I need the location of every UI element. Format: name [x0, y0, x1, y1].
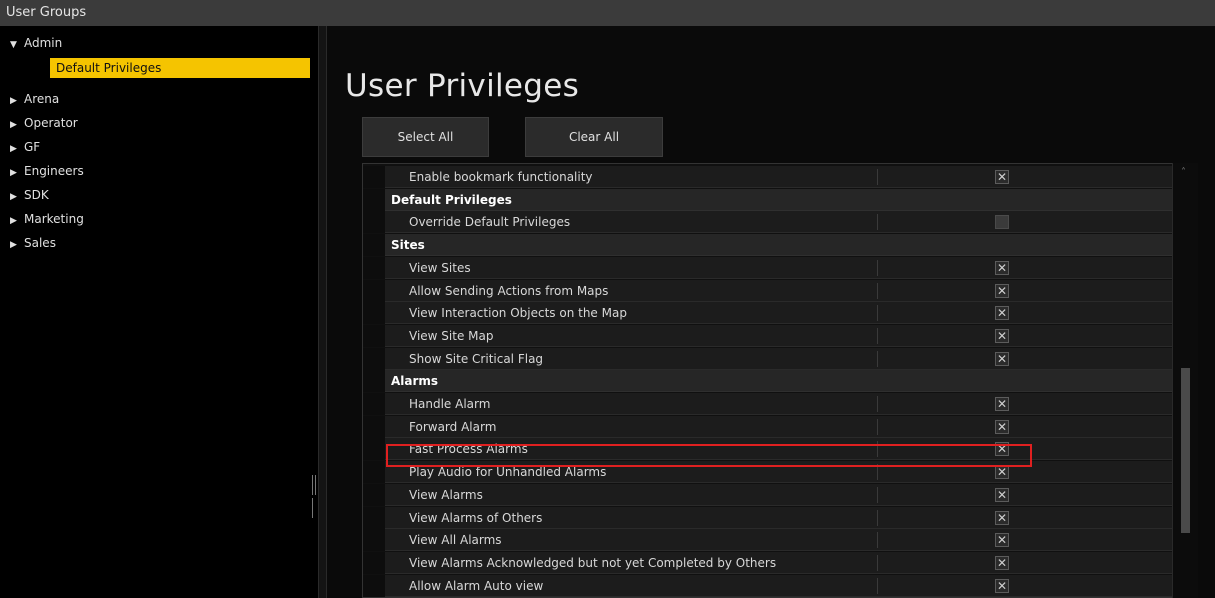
tree-item-label: Sales: [24, 236, 56, 250]
group-label: Sites: [391, 238, 425, 252]
tree-item-gf[interactable]: ▶ GF: [0, 136, 40, 158]
scroll-up-icon[interactable]: ˄: [1181, 167, 1186, 178]
privilege-label: View Alarms of Others: [409, 511, 543, 525]
privilege-label: Fast Process Alarms: [409, 442, 528, 456]
privilege-row[interactable]: Handle Alarm ✕: [363, 393, 1173, 415]
privilege-row[interactable]: Enable bookmark functionality ✕: [363, 166, 1173, 188]
collapse-arrow-icon[interactable]: ▶: [10, 162, 24, 184]
privilege-checkbox[interactable]: ✕: [995, 465, 1009, 479]
tree-item-label: SDK: [24, 188, 49, 202]
privilege-row[interactable]: View Alarms of Others ✕: [363, 507, 1173, 529]
privilege-group-header: Default Privileges: [363, 189, 1173, 211]
privilege-label: Allow Alarm Auto view: [409, 579, 544, 593]
privilege-label: Allow Sending Actions from Maps: [409, 284, 609, 298]
privilege-label: View Interaction Objects on the Map: [409, 306, 627, 320]
tree-item-engineers[interactable]: ▶ Engineers: [0, 160, 84, 182]
privilege-row[interactable]: View Alarms ✕: [363, 484, 1173, 506]
collapse-arrow-icon[interactable]: ▶: [10, 186, 24, 208]
privilege-row[interactable]: View Alarms Acknowledged but not yet Com…: [363, 552, 1173, 574]
privilege-label: Play Audio for Unhandled Alarms: [409, 465, 607, 479]
privilege-checkbox[interactable]: [995, 215, 1009, 229]
privilege-label: Show Site Critical Flag: [409, 352, 544, 366]
privilege-row[interactable]: Allow Sending Actions from Maps ✕: [363, 280, 1173, 302]
collapse-arrow-icon[interactable]: ▶: [10, 210, 24, 232]
privilege-checkbox[interactable]: ✕: [995, 352, 1009, 366]
privilege-row[interactable]: View Sites ✕: [363, 257, 1173, 279]
privilege-row[interactable]: View Interaction Objects on the Map ✕: [363, 302, 1173, 324]
collapse-arrow-icon[interactable]: ▶: [10, 90, 24, 112]
tree-item-label: GF: [24, 140, 41, 154]
group-label: Alarms: [391, 374, 439, 388]
privilege-label: Forward Alarm: [409, 420, 497, 434]
privilege-row[interactable]: Forward Alarm ✕: [363, 416, 1173, 438]
tree-item-admin[interactable]: ▼ Admin: [0, 32, 62, 54]
tree-item-arena[interactable]: ▶ Arena: [0, 88, 59, 110]
collapse-arrow-icon[interactable]: ▶: [10, 234, 24, 256]
tree-item-label: Marketing: [24, 212, 84, 226]
group-label: Default Privileges: [391, 193, 512, 207]
select-all-button[interactable]: Select All: [362, 117, 489, 157]
privilege-row[interactable]: Override Default Privileges: [363, 211, 1173, 233]
privilege-group-header: Sites: [363, 234, 1173, 256]
privilege-checkbox[interactable]: ✕: [995, 329, 1009, 343]
privilege-group-header: Alarms: [363, 370, 1173, 392]
privilege-row[interactable]: View Site Map ✕: [363, 325, 1173, 347]
privilege-checkbox[interactable]: ✕: [995, 533, 1009, 547]
tree-item-marketing[interactable]: ▶ Marketing: [0, 208, 84, 230]
privilege-label: Handle Alarm: [409, 397, 491, 411]
privilege-checkbox[interactable]: ✕: [995, 556, 1009, 570]
tree-item-sales[interactable]: ▶ Sales: [0, 232, 56, 254]
privilege-checkbox[interactable]: ✕: [995, 579, 1009, 593]
privilege-row[interactable]: Fast Process Alarms ✕: [363, 438, 1173, 460]
privilege-checkbox[interactable]: ✕: [995, 420, 1009, 434]
collapse-arrow-icon[interactable]: ▶: [10, 138, 24, 160]
grid-scrollbar[interactable]: ˄: [1172, 163, 1198, 598]
privilege-label: Override Default Privileges: [409, 215, 571, 229]
panel-splitter[interactable]: [318, 26, 327, 598]
privilege-checkbox[interactable]: ✕: [995, 488, 1009, 502]
privilege-label: Enable bookmark functionality: [409, 170, 593, 184]
privilege-row[interactable]: View All Alarms ✕: [363, 529, 1173, 551]
privilege-row[interactable]: Show Site Critical Flag ✕: [363, 348, 1173, 370]
tree-item-label: Arena: [24, 92, 60, 106]
privilege-checkbox[interactable]: ✕: [995, 170, 1009, 184]
tree-item-label: Operator: [24, 116, 78, 130]
tree-item-label: Engineers: [24, 164, 84, 178]
expand-arrow-icon[interactable]: ▼: [10, 34, 24, 56]
clear-all-button[interactable]: Clear All: [525, 117, 663, 157]
privilege-row[interactable]: Play Audio for Unhandled Alarms ✕: [363, 461, 1173, 483]
privilege-checkbox[interactable]: ✕: [995, 284, 1009, 298]
privilege-label: View Alarms: [409, 488, 483, 502]
privilege-label: View Sites: [409, 261, 471, 275]
tree-item-label: Admin: [24, 36, 63, 50]
user-groups-tree: ▼ Admin ▶ Arena ▶ Operator ▶ GF ▶ Engineers ▶ SDK ▶ M…: [0, 26, 318, 598]
privilege-checkbox[interactable]: ✕: [995, 442, 1009, 456]
privilege-label: View All Alarms: [409, 533, 502, 547]
splitter-grip[interactable]: [312, 475, 318, 518]
tree-item-operator[interactable]: ▶ Operator: [0, 112, 78, 134]
collapse-arrow-icon[interactable]: ▶: [10, 114, 24, 136]
scroll-thumb[interactable]: [1181, 368, 1190, 533]
page-title: User Privileges: [345, 68, 580, 104]
privilege-checkbox[interactable]: ✕: [995, 306, 1009, 320]
privilege-label: View Alarms Acknowledged but not yet Com…: [409, 556, 777, 570]
privilege-label: View Site Map: [409, 329, 494, 343]
window-title: User Groups: [0, 0, 1215, 26]
privilege-checkbox[interactable]: ✕: [995, 397, 1009, 411]
tree-item-sdk[interactable]: ▶ SDK: [0, 184, 49, 206]
privilege-checkbox[interactable]: ✕: [995, 261, 1009, 275]
privilege-row[interactable]: Allow Alarm Auto view ✕: [363, 575, 1173, 597]
privileges-grid: Enable bookmark functionality ✕ Default Pr…: [362, 163, 1198, 598]
tree-item-default-privileges[interactable]: Default Privileges: [50, 58, 310, 78]
privilege-checkbox[interactable]: ✕: [995, 511, 1009, 525]
